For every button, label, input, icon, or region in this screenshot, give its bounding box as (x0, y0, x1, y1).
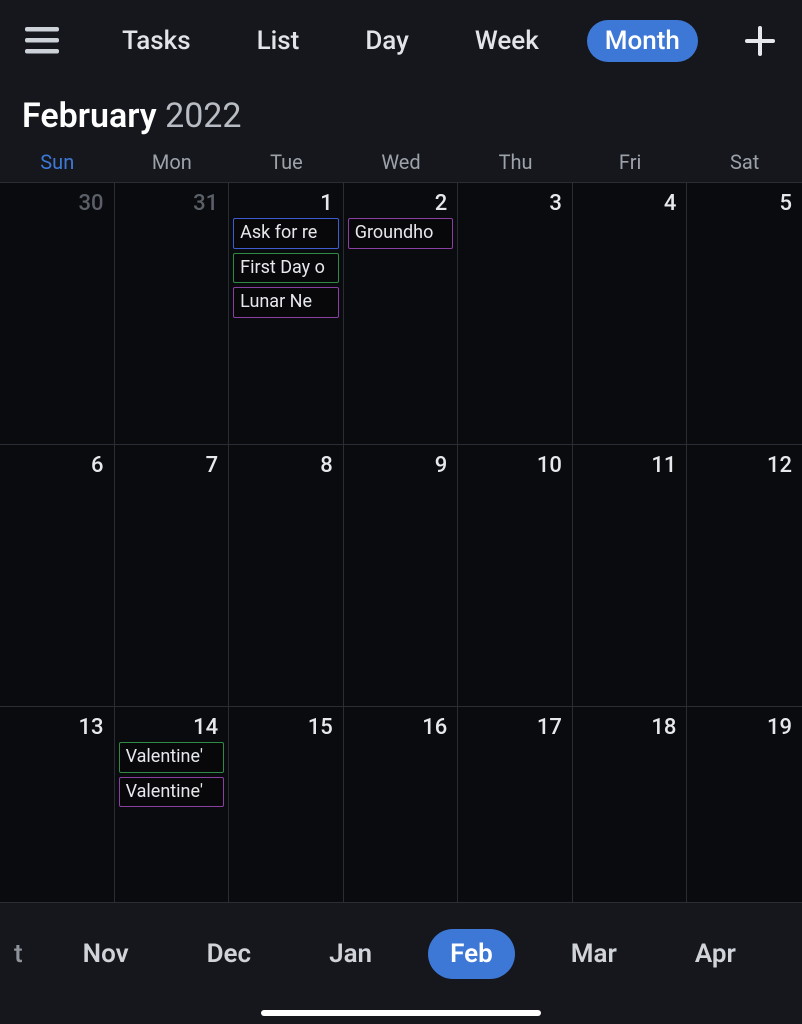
month-scroller-item-mar[interactable]: Mar (549, 929, 639, 979)
day-of-week-sat: Sat (687, 150, 802, 174)
day-of-week-sun: Sun (0, 150, 115, 174)
day-number: 15 (229, 711, 343, 742)
day-number: 3 (458, 187, 572, 218)
month-scroller[interactable]: tNovDecJanFebMarAprMayJ (0, 914, 802, 994)
day-of-week-fri: Fri (573, 150, 688, 174)
day-number: 19 (687, 711, 802, 742)
month-scroller-item-dec[interactable]: Dec (185, 929, 273, 979)
day-cell[interactable]: 12 (687, 445, 802, 707)
day-of-week-thu: Thu (458, 150, 573, 174)
day-number: 16 (344, 711, 458, 742)
day-cell[interactable]: 13 (0, 707, 115, 903)
day-cell[interactable]: 30 (0, 183, 115, 445)
month-scroller-item-feb[interactable]: Feb (428, 929, 515, 979)
month-scroller-edge-left[interactable]: t (10, 929, 27, 979)
day-cell[interactable]: 5 (687, 183, 802, 445)
event-chip[interactable]: Ask for re (233, 218, 339, 249)
day-cell[interactable]: 2Groundho (344, 183, 459, 445)
day-number: 14 (115, 711, 229, 742)
year-value: 2022 (165, 96, 241, 136)
event-chip[interactable]: Lunar Ne (233, 287, 339, 318)
day-number: 1 (229, 187, 343, 218)
day-cell[interactable]: 10 (458, 445, 573, 707)
day-cell[interactable]: 1Ask for re First Day oLunar Ne (229, 183, 344, 445)
view-tab-list[interactable]: List (239, 20, 318, 62)
calendar-grid: 30311Ask for reFirst Day oLunar Ne2Groun… (0, 182, 802, 903)
day-number: 5 (687, 187, 802, 218)
day-number: 8 (229, 449, 343, 480)
month-scroller-item-apr[interactable]: Apr (673, 929, 758, 979)
day-of-week-tue: Tue (229, 150, 344, 174)
day-number: 12 (687, 449, 802, 480)
day-of-week-mon: Mon (115, 150, 230, 174)
day-cell[interactable]: 4 (573, 183, 688, 445)
day-cell[interactable]: 9 (344, 445, 459, 707)
day-cell[interactable]: 18 (573, 707, 688, 903)
event-chip[interactable]: Valentine' (119, 777, 225, 808)
menu-button[interactable] (20, 19, 64, 63)
view-tab-tasks[interactable]: Tasks (104, 20, 209, 62)
day-number: 10 (458, 449, 572, 480)
day-of-week-row: SunMonTueWedThuFriSat (0, 146, 802, 182)
day-number: 9 (344, 449, 458, 480)
add-button[interactable] (738, 19, 782, 63)
day-number: 13 (0, 711, 114, 742)
day-number: 30 (0, 187, 114, 218)
menu-icon (25, 27, 59, 55)
events-container: Valentine' Valentine' (115, 742, 229, 807)
day-cell[interactable]: 11 (573, 445, 688, 707)
month-name: February (22, 96, 157, 136)
day-cell[interactable]: 3 (458, 183, 573, 445)
day-number: 7 (115, 449, 229, 480)
home-indicator (261, 1010, 541, 1016)
event-chip[interactable]: Groundho (348, 218, 454, 249)
month-heading: February 2022 (0, 82, 802, 146)
view-tab-day[interactable]: Day (347, 20, 427, 62)
day-cell[interactable]: 19 (687, 707, 802, 903)
day-cell[interactable]: 15 (229, 707, 344, 903)
day-number: 4 (573, 187, 687, 218)
event-chip[interactable]: Valentine' (119, 742, 225, 773)
events-container: Ask for re First Day oLunar Ne (229, 218, 343, 318)
day-cell[interactable]: 8 (229, 445, 344, 707)
day-cell[interactable]: 7 (115, 445, 230, 707)
day-of-week-wed: Wed (344, 150, 459, 174)
day-number: 11 (573, 449, 687, 480)
day-number: 2 (344, 187, 458, 218)
day-number: 18 (573, 711, 687, 742)
top-bar: Tasks List Day Week Month (0, 0, 802, 82)
plus-icon (743, 24, 777, 58)
day-number: 31 (115, 187, 229, 218)
month-scroller-item-jan[interactable]: Jan (307, 929, 394, 979)
day-cell[interactable]: 17 (458, 707, 573, 903)
month-scroller-item-nov[interactable]: Nov (61, 929, 151, 979)
view-tabs: Tasks List Day Week Month (64, 20, 738, 62)
bottom-area: tNovDecJanFebMarAprMayJ (0, 904, 802, 1024)
view-tab-week[interactable]: Week (457, 20, 557, 62)
day-cell[interactable]: 14Valentine'Valentine' (115, 707, 230, 903)
month-scroller-item-may[interactable]: May (792, 929, 802, 979)
events-container: Groundho (344, 218, 458, 249)
view-tab-month[interactable]: Month (587, 20, 698, 62)
day-cell[interactable]: 16 (344, 707, 459, 903)
day-cell[interactable]: 31 (115, 183, 230, 445)
day-number: 17 (458, 711, 572, 742)
day-cell[interactable]: 6 (0, 445, 115, 707)
event-chip[interactable]: First Day o (233, 253, 339, 284)
day-number: 6 (0, 449, 114, 480)
